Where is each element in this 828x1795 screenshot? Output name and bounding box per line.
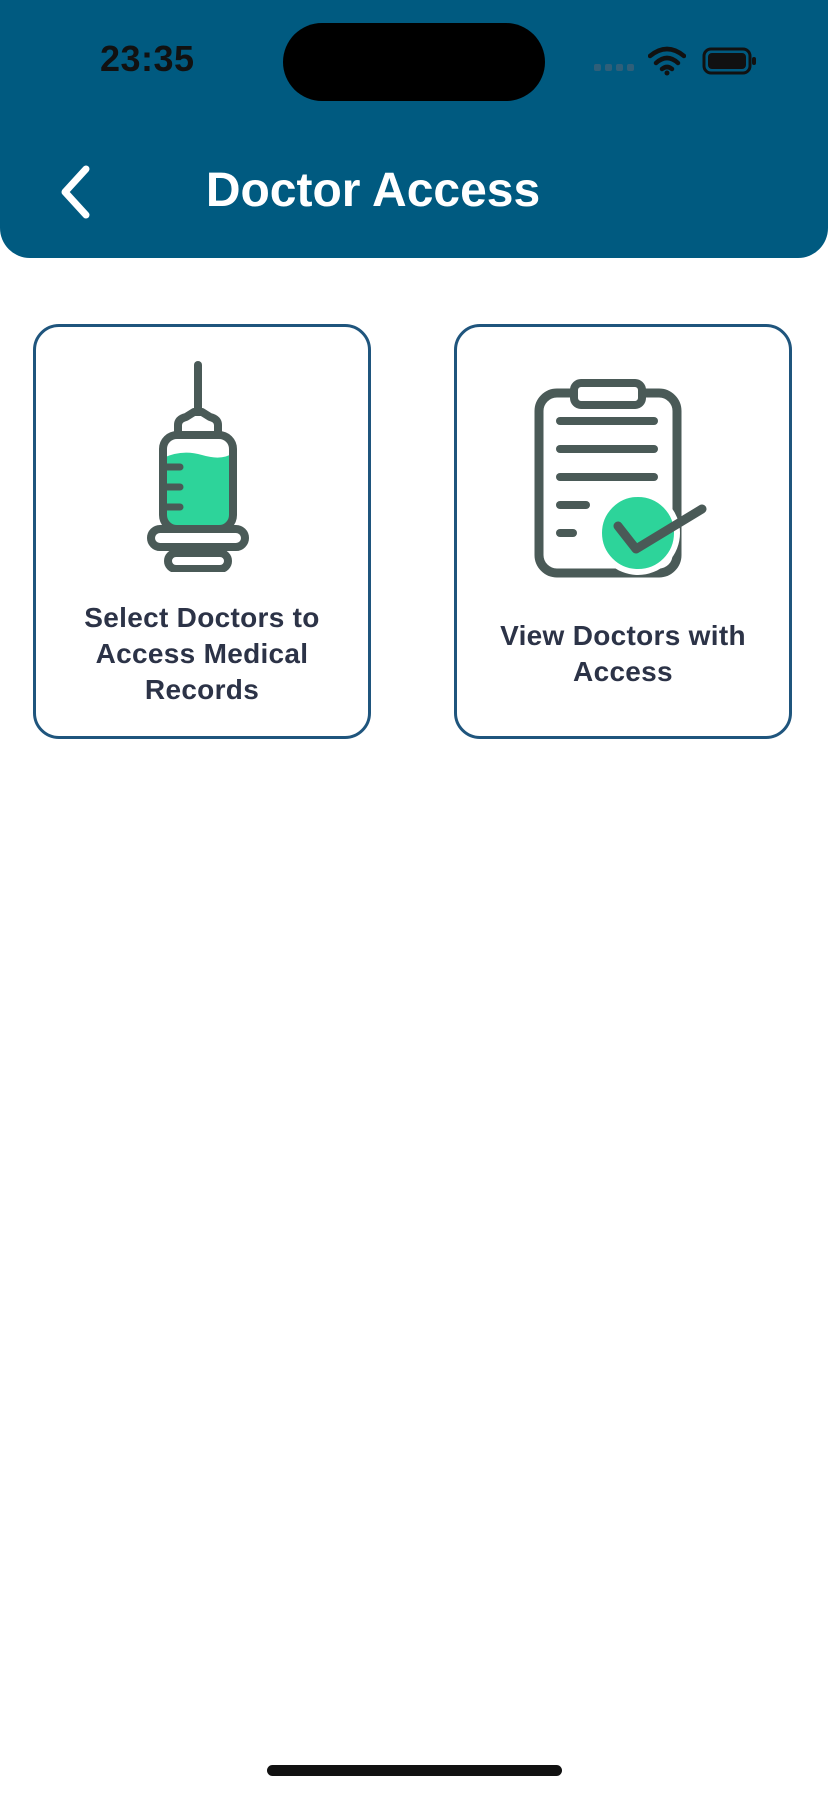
view-doctors-label: View Doctors with Access: [500, 620, 746, 687]
status-time: 23:35: [100, 38, 195, 79]
page-title: Doctor Access: [205, 164, 541, 217]
screen: 23:35 Doctor Access Select Doctors to Ac…: [0, 0, 828, 1795]
app-header: 23:35 Doctor Access: [0, 0, 828, 258]
syringe-icon: [147, 361, 249, 572]
cellular-signal-icon: [594, 64, 634, 71]
syringe-icon-wrap: [36, 357, 368, 572]
select-doctors-card[interactable]: Select Doctors to Access Medical Records: [33, 324, 371, 739]
clipboard-check-icon-wrap: [457, 379, 789, 579]
battery-icon: [702, 47, 756, 75]
home-indicator[interactable]: [267, 1765, 562, 1776]
select-doctors-label: Select Doctors to Access Medical Records: [84, 602, 320, 705]
dynamic-island: [283, 23, 545, 101]
view-doctors-card[interactable]: View Doctors with Access: [454, 324, 792, 739]
wifi-icon: [648, 46, 686, 76]
clipboard-check-icon: [534, 379, 707, 578]
